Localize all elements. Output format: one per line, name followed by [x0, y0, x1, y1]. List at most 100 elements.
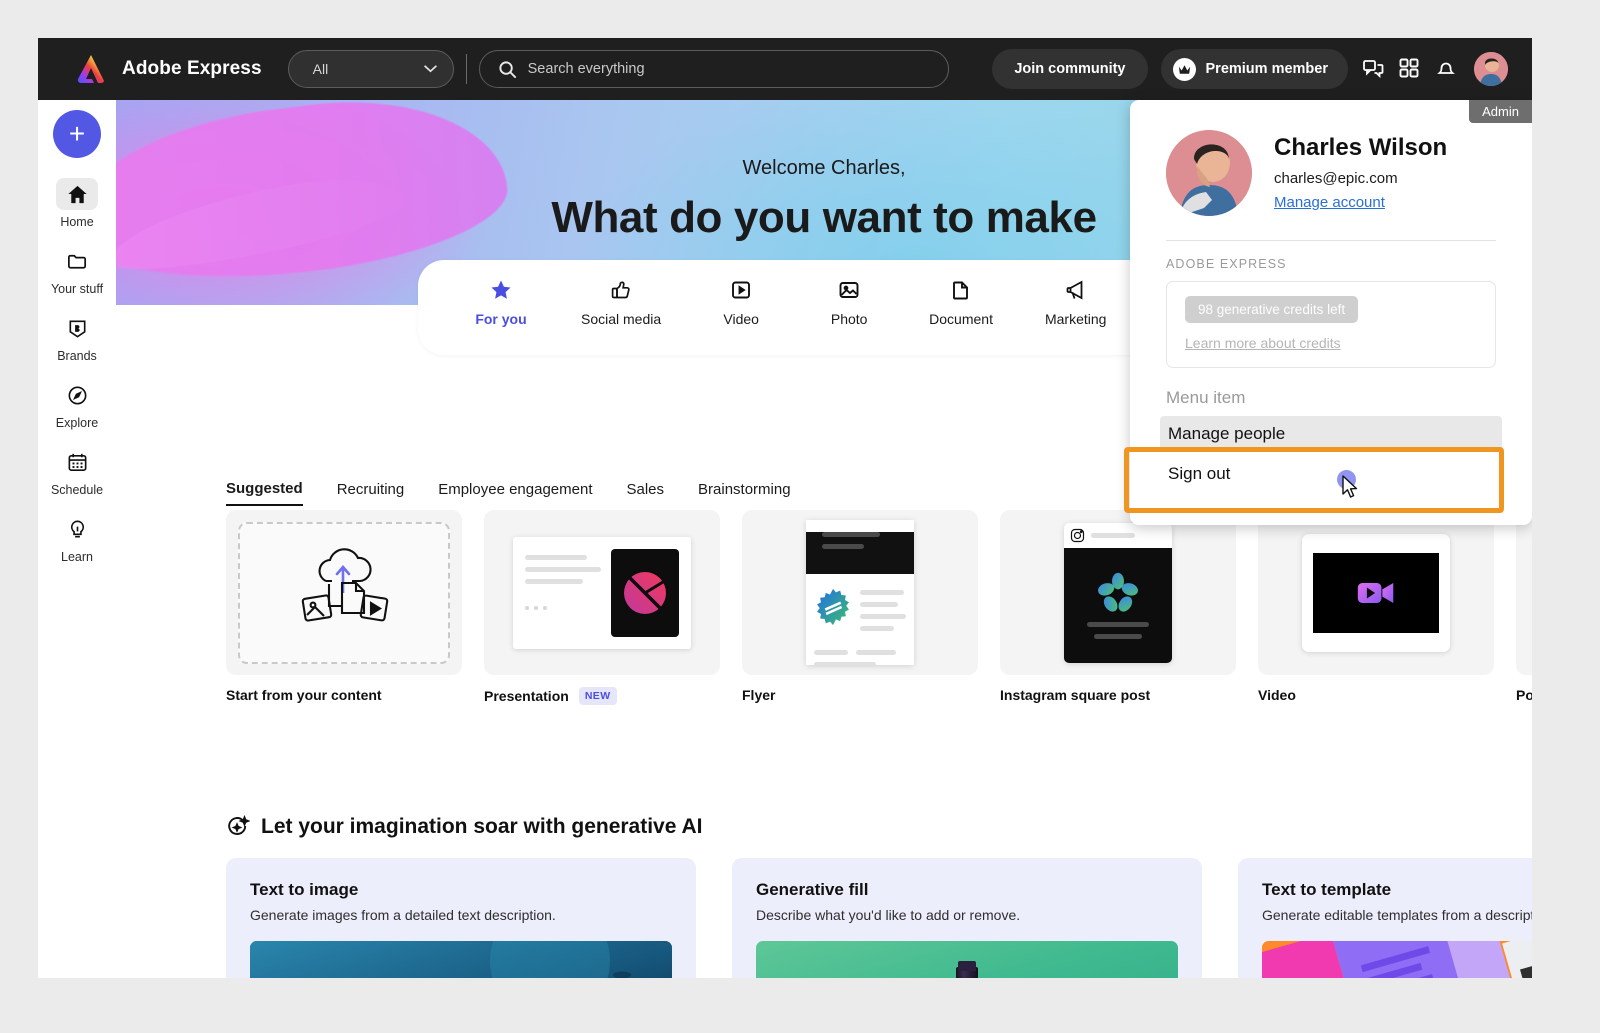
- create-new-button[interactable]: +: [53, 110, 101, 158]
- user-account-menu: Admin Charles Wilson charles@epic.com Ma…: [1130, 100, 1532, 525]
- template-label-text: Poster: [1516, 687, 1532, 703]
- search-divider: [465, 54, 467, 84]
- gen-card-text-to-template[interactable]: Text to template Generate editable templ…: [1238, 858, 1532, 978]
- user-name: Charles Wilson: [1274, 134, 1448, 161]
- sidebar-label-your-stuff: Your stuff: [50, 282, 104, 296]
- gen-card-desc: Generate images from a detailed text des…: [250, 907, 556, 923]
- tab-label-for-you: For you: [475, 311, 527, 327]
- template-collage-image: [1262, 941, 1532, 978]
- menu-group-label: Menu item: [1166, 388, 1246, 407]
- gen-card-desc: Generate editable templates from a descr…: [1262, 907, 1532, 923]
- subtab-sales[interactable]: Sales: [627, 481, 665, 505]
- template-thumb: [1000, 510, 1236, 675]
- user-email: charles@epic.com: [1274, 170, 1398, 187]
- sidebar-item-brands[interactable]: Brands: [41, 312, 113, 363]
- generative-ai-heading: Let your imagination soar with generativ…: [226, 815, 702, 839]
- sidebar-item-learn[interactable]: Learn: [41, 513, 113, 564]
- gen-card-text-to-image[interactable]: Text to image Generate images from a det…: [226, 858, 696, 978]
- premium-member-label: Premium member: [1205, 61, 1329, 77]
- folder-icon: [56, 245, 98, 277]
- search-icon: [499, 60, 516, 78]
- subtab-recruiting[interactable]: Recruiting: [337, 481, 405, 505]
- template-label-text: Presentation: [484, 688, 569, 704]
- sidebar-item-your-stuff[interactable]: Your stuff: [41, 245, 113, 296]
- premium-member-button[interactable]: Premium member: [1160, 49, 1348, 89]
- chat-icon[interactable]: [1361, 57, 1385, 81]
- lipstick-image: [756, 941, 1178, 978]
- menu-item-label: Sign out: [1168, 464, 1231, 483]
- crown-icon: [1172, 57, 1196, 81]
- new-badge: NEW: [578, 687, 617, 705]
- template-label: Presentation NEW: [484, 687, 720, 705]
- subtab-brainstorming[interactable]: Brainstorming: [698, 481, 791, 505]
- join-community-button[interactable]: Join community: [992, 49, 1148, 89]
- search-filter-value: All: [312, 61, 329, 77]
- home-icon: [56, 178, 98, 210]
- video-camera-icon: [1357, 582, 1394, 603]
- credits-box: 98 generative credits left Learn more ab…: [1166, 281, 1496, 368]
- bell-icon[interactable]: [1435, 57, 1459, 81]
- tab-for-you[interactable]: For you: [473, 276, 529, 327]
- subtab-employee-engagement[interactable]: Employee engagement: [438, 481, 592, 505]
- photo-icon: [837, 276, 861, 303]
- instagram-icon: [1070, 528, 1085, 542]
- user-avatar-large: [1166, 130, 1252, 216]
- search-box[interactable]: [478, 50, 949, 88]
- gen-card-title: Text to template: [1262, 880, 1392, 899]
- calendar-icon: [56, 446, 98, 478]
- menu-item-manage-people[interactable]: Manage people: [1160, 416, 1502, 452]
- template-card-start-from-content[interactable]: Start from your content: [226, 510, 462, 705]
- adobe-express-app: Adobe Express All Join community: [38, 38, 1532, 978]
- template-card-row: Start from your content Presentation NEW…: [226, 510, 1532, 705]
- template-thumb: [226, 510, 462, 675]
- topbar-right-group: Join community Premium member: [992, 49, 1518, 89]
- create-new-label: +: [68, 118, 86, 149]
- learn-more-credits-link[interactable]: Learn more about credits: [1185, 335, 1495, 351]
- admin-badge: Admin: [1469, 100, 1532, 123]
- sidebar-label-home: Home: [60, 215, 94, 229]
- template-label: Flyer: [742, 687, 978, 703]
- burst-badge-icon: [817, 588, 849, 626]
- tab-photo[interactable]: Photo: [821, 276, 877, 327]
- tab-marketing[interactable]: Marketing: [1045, 276, 1106, 327]
- template-thumb: [1516, 510, 1532, 675]
- flyer-mock: [806, 520, 914, 667]
- template-label: Instagram square post: [1000, 687, 1236, 703]
- template-card-poster[interactable]: Poster: [1516, 510, 1532, 705]
- star-icon: [489, 276, 513, 303]
- tab-label-photo: Photo: [830, 311, 868, 327]
- mouse-cursor-icon: [1342, 475, 1358, 498]
- gen-card-title: Generative fill: [756, 880, 869, 899]
- search-input[interactable]: [527, 61, 918, 77]
- menu-item-label: Manage people: [1168, 424, 1286, 443]
- megaphone-icon: [1064, 276, 1088, 303]
- brand-shield-icon: [56, 312, 98, 344]
- template-thumb: [484, 510, 720, 675]
- brand-logo-group[interactable]: Adobe Express: [52, 53, 262, 85]
- template-card-presentation[interactable]: Presentation NEW: [484, 510, 720, 705]
- search-filter-dropdown[interactable]: All: [287, 50, 454, 88]
- template-label: Poster: [1516, 687, 1532, 703]
- avatar[interactable]: [1472, 50, 1510, 88]
- gen-card-title: Text to image: [250, 880, 359, 899]
- sub-tabs: Suggested Recruiting Employee engagement…: [226, 480, 791, 506]
- left-sidebar: + Home Your stuff Brands Explore Schedul…: [38, 100, 116, 978]
- menu-item-sign-out[interactable]: Sign out: [1130, 456, 1502, 492]
- tab-social-media[interactable]: Social media: [581, 276, 661, 327]
- presentation-mock: [513, 536, 691, 649]
- generative-ai-card-row: Text to image Generate images from a det…: [226, 858, 1532, 978]
- sidebar-item-schedule[interactable]: Schedule: [41, 446, 113, 497]
- tab-document[interactable]: Document: [929, 276, 993, 327]
- tab-label-marketing: Marketing: [1044, 311, 1107, 327]
- apps-grid-icon[interactable]: [1398, 57, 1422, 81]
- manage-account-link[interactable]: Manage account: [1274, 194, 1385, 211]
- template-card-instagram-post[interactable]: Instagram square post: [1000, 510, 1236, 705]
- sidebar-item-home[interactable]: Home: [41, 178, 113, 229]
- template-card-flyer[interactable]: Flyer: [742, 510, 978, 705]
- template-card-video[interactable]: Video: [1258, 510, 1494, 705]
- gen-card-generative-fill[interactable]: Generative fill Describe what you'd like…: [732, 858, 1202, 978]
- sidebar-item-explore[interactable]: Explore: [41, 379, 113, 430]
- subtab-suggested[interactable]: Suggested: [226, 480, 303, 506]
- tab-video[interactable]: Video: [713, 276, 769, 327]
- tab-label-video: Video: [723, 311, 759, 327]
